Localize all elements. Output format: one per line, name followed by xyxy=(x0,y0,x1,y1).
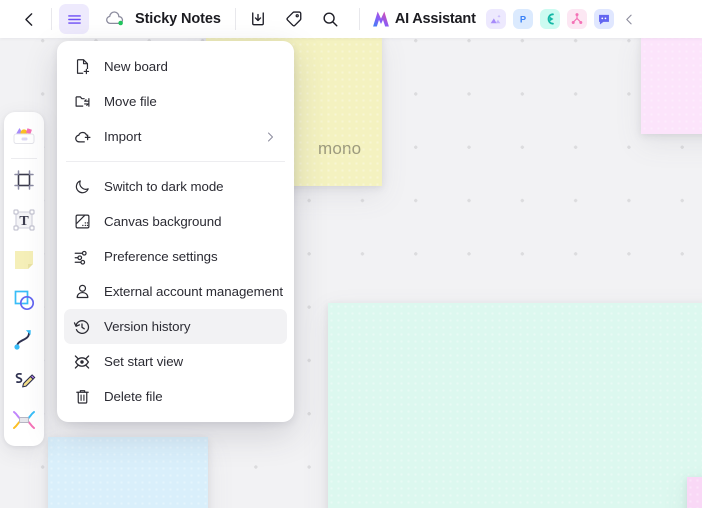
connector-icon xyxy=(14,330,31,350)
table-icon xyxy=(13,411,35,429)
move-folder-icon xyxy=(73,93,91,111)
sidebar-tool-stickers[interactable] xyxy=(7,117,41,157)
svg-text:P: P xyxy=(520,15,526,25)
menu-item-label: Move file xyxy=(104,94,157,109)
collapse-panel-button[interactable] xyxy=(619,6,641,32)
sticky-note-pink-body xyxy=(641,34,702,134)
sticky-note-blue-body xyxy=(48,437,208,508)
menu-item-delete-file[interactable]: Delete file xyxy=(64,379,287,414)
presentation-app-icon[interactable]: P xyxy=(512,9,533,29)
mindmap-app-icon[interactable] xyxy=(539,9,560,29)
sidebar-tool-pen[interactable] xyxy=(7,360,41,400)
ai-assistant-button[interactable]: AI Assistant xyxy=(371,9,476,29)
sidebar-tool-frame[interactable] xyxy=(7,160,41,200)
document-title: Sticky Notes xyxy=(135,11,221,27)
menu-item-label: Delete file xyxy=(104,389,163,404)
sidebar-tool-connector[interactable] xyxy=(7,320,41,360)
menu-item-label: External account management xyxy=(104,284,284,299)
tag-button[interactable] xyxy=(279,4,309,34)
text-icon: T xyxy=(13,209,35,231)
flowchart-app-icon[interactable] xyxy=(566,9,587,29)
menu-item-label: Preference settings xyxy=(104,249,218,264)
shape-icon xyxy=(14,290,35,311)
menu-item-version-history[interactable]: Version history xyxy=(64,309,287,344)
search-button[interactable] xyxy=(315,4,345,34)
sidebar-tool-text[interactable]: T xyxy=(7,200,41,240)
menu-item-label: Set start view xyxy=(104,354,184,369)
menu-item-label: New board xyxy=(104,59,168,74)
search-icon xyxy=(323,12,338,27)
menu-item-new-board[interactable]: New board xyxy=(64,49,287,84)
chevron-left-icon xyxy=(24,12,32,26)
sticky-note-pink[interactable] xyxy=(641,34,702,134)
sidebar-divider xyxy=(11,158,37,159)
menu-item-preference-settings[interactable]: Preference settings xyxy=(64,239,287,274)
eye-target-icon xyxy=(73,353,91,371)
menu-item-canvas-background[interactable]: Canvas background xyxy=(64,204,287,239)
sticky-note-green-body xyxy=(328,303,702,508)
sticky-note-yellow-text: mono xyxy=(318,139,362,158)
canvas-background-icon xyxy=(73,213,91,231)
back-button[interactable] xyxy=(14,4,44,34)
toolbar-divider-2 xyxy=(234,8,236,30)
user-icon xyxy=(73,283,91,301)
menu-item-label: Canvas background xyxy=(104,214,222,229)
menu-item-import[interactable]: Import xyxy=(64,119,287,154)
menu-separator xyxy=(66,161,285,162)
chat-app-icon[interactable] xyxy=(593,9,614,29)
sticky-note-pink-small[interactable] xyxy=(687,477,702,508)
left-tool-sidebar[interactable]: T xyxy=(4,112,44,446)
sidebar-tool-table[interactable] xyxy=(7,400,41,440)
hamburger-menu-button[interactable] xyxy=(59,4,89,34)
new-file-icon xyxy=(73,58,91,76)
sidebar-tool-sticky-note[interactable] xyxy=(7,240,41,280)
sticky-note-pink-small-body xyxy=(687,477,702,508)
image-app-icon[interactable] xyxy=(485,9,506,29)
menu-item-external-account-management[interactable]: External account management xyxy=(64,274,287,309)
menu-item-move-file[interactable]: Move file xyxy=(64,84,287,119)
menu-item-label: Switch to dark mode xyxy=(104,179,224,194)
chevron-right-icon xyxy=(264,131,276,143)
chevron-left-small-icon xyxy=(626,14,632,24)
top-toolbar: Sticky Notes AI Assistant P xyxy=(0,0,702,38)
menu-item-label: Version history xyxy=(104,319,191,334)
ai-assistant-label: AI Assistant xyxy=(394,11,476,27)
cloud-upload-icon xyxy=(73,128,91,146)
cloud-sync-icon xyxy=(105,11,123,26)
frame-icon xyxy=(14,170,34,190)
toolbar-divider xyxy=(51,8,52,30)
ai-assistant-logo-icon xyxy=(372,11,389,27)
pen-icon xyxy=(15,372,36,388)
hamburger-menu-icon xyxy=(67,14,81,24)
moon-icon xyxy=(73,178,91,196)
download-icon xyxy=(251,12,264,26)
history-clock-icon xyxy=(73,318,91,336)
sidebar-tool-shape[interactable] xyxy=(7,280,41,320)
menu-item-label: Import xyxy=(104,129,142,144)
sticky-note-green[interactable] xyxy=(328,303,702,508)
cloud-sync-status[interactable] xyxy=(99,4,129,34)
download-button[interactable] xyxy=(243,4,273,34)
stickers-icon xyxy=(13,128,35,144)
sticky-note-blue[interactable] xyxy=(48,437,208,508)
sliders-icon xyxy=(73,248,91,266)
sticky-note-icon xyxy=(15,251,33,269)
main-dropdown-menu: New board Move file Import Switch to dar… xyxy=(57,41,294,422)
trash-icon xyxy=(73,388,91,406)
tag-icon xyxy=(286,11,302,27)
toolbar-divider-3 xyxy=(358,8,360,30)
menu-item-set-start-view[interactable]: Set start view xyxy=(64,344,287,379)
svg-text:T: T xyxy=(19,214,29,229)
menu-item-switch-dark-mode[interactable]: Switch to dark mode xyxy=(64,169,287,204)
